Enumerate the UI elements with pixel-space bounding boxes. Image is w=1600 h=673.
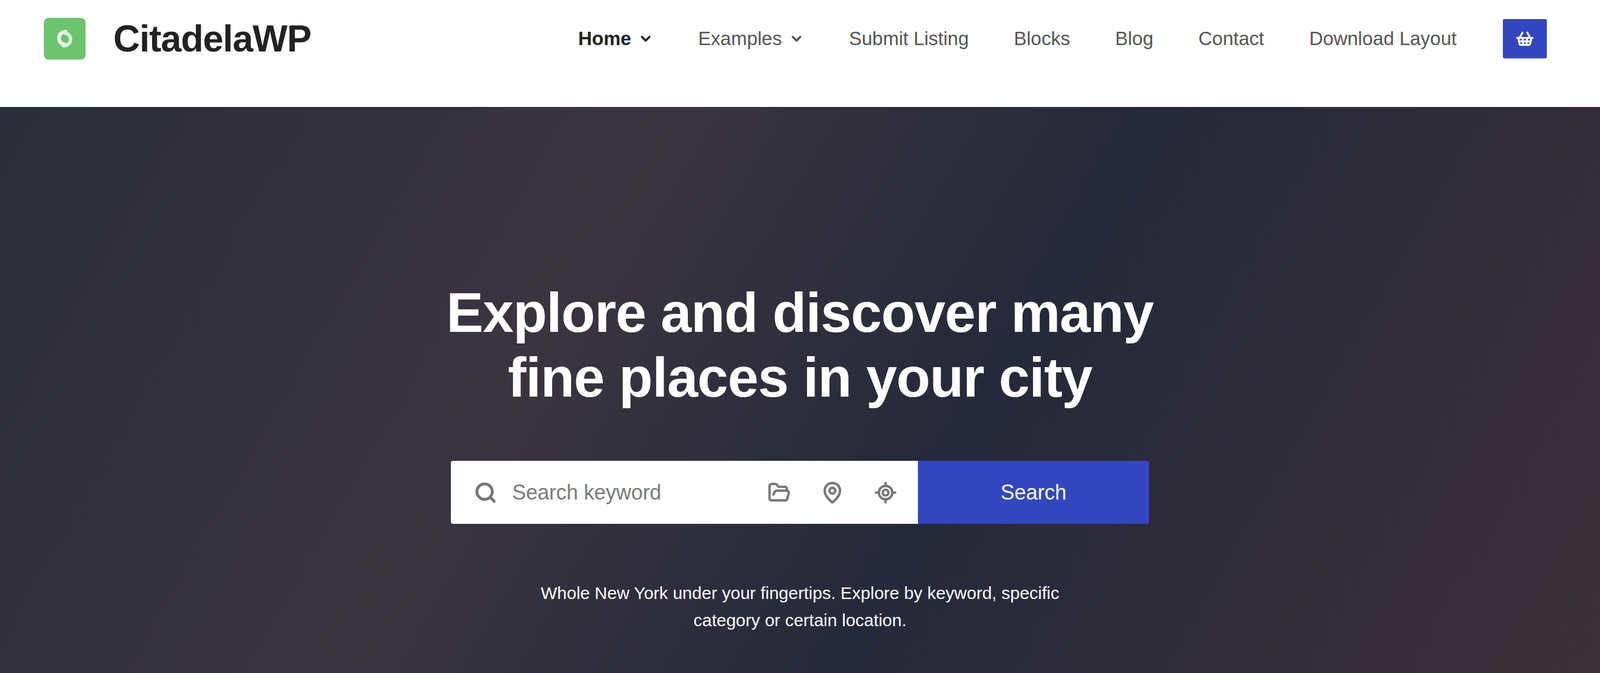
brand-name: CitadelaWP <box>113 10 311 67</box>
chevron-down-icon <box>789 31 805 47</box>
search-button[interactable]: Search <box>917 460 1150 524</box>
category-icon[interactable] <box>767 480 791 505</box>
search-bar: Search <box>450 460 1150 524</box>
brand[interactable]: CitadelaWP <box>43 10 311 67</box>
hero: Explore and discover manyfine places in … <box>0 106 1600 673</box>
nav-item[interactable]: Blocks <box>1013 24 1070 54</box>
chevron-down-icon <box>638 31 654 47</box>
nav-item[interactable]: Submit Listing <box>849 24 969 54</box>
site-header: CitadelaWP Home Examples Submit Listing Bloc… <box>0 0 1600 107</box>
nav-item[interactable]: Download Layout <box>1309 24 1457 54</box>
location-icon[interactable] <box>820 480 844 505</box>
page: CitadelaWP Home Examples Submit Listing Bloc… <box>0 0 1600 673</box>
main-nav: Home Examples Submit Listing Blocks Blog Cont… <box>578 19 1547 59</box>
nav-item[interactable]: Examples <box>698 24 805 54</box>
nav-item[interactable]: Blog <box>1115 24 1154 54</box>
basket-icon <box>1515 29 1535 48</box>
hero-subtitle: Whole New York under your fingertips. Ex… <box>540 579 1059 634</box>
logo-mark-icon <box>53 27 77 51</box>
geolocation-icon[interactable] <box>873 480 898 505</box>
search-input[interactable] <box>512 476 742 509</box>
search-icon <box>473 480 498 505</box>
logo-icon <box>43 17 86 60</box>
nav-item[interactable]: Home <box>578 24 654 54</box>
nav-item[interactable]: Contact <box>1198 24 1265 54</box>
hero-title: Explore and discover manyfine places in … <box>446 280 1154 410</box>
cart-button[interactable] <box>1502 19 1547 59</box>
